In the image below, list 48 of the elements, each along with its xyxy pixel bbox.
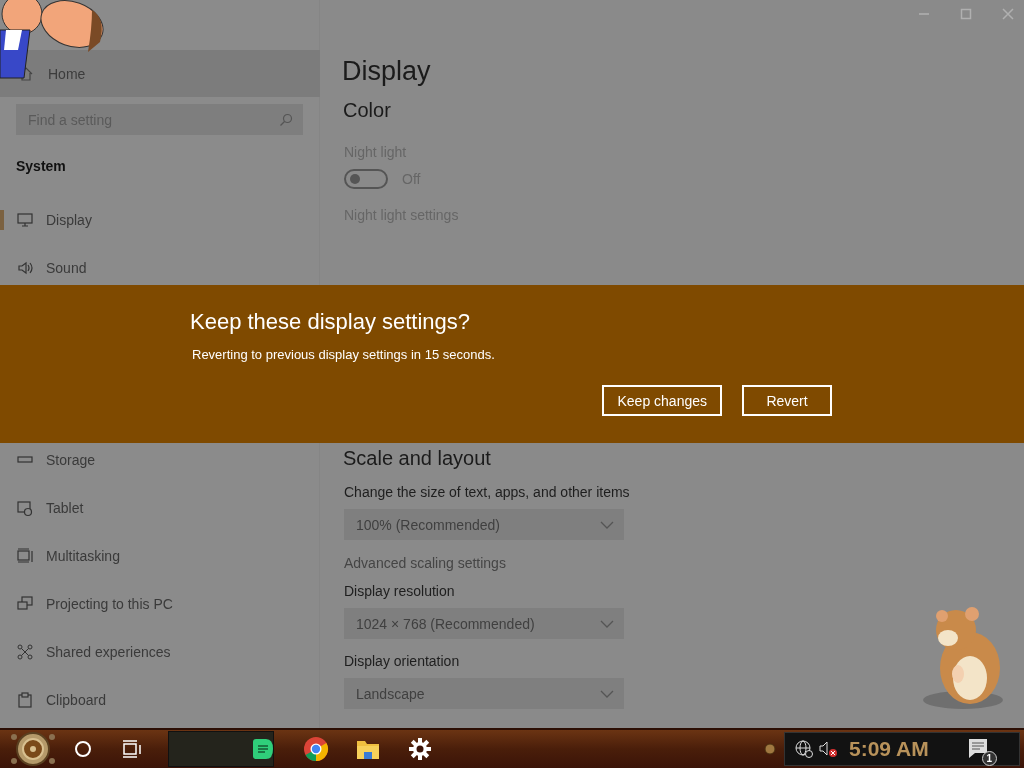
chevron-icon [600, 619, 614, 628]
dropdown[interactable]: 1024 × 768 (Recommended) [344, 608, 624, 639]
settings-icon[interactable] [409, 738, 431, 760]
chevron-icon [600, 520, 614, 529]
folder-icon[interactable] [356, 738, 380, 760]
clock[interactable]: 5:09 AM [849, 737, 929, 761]
sidebar-item[interactable]: Sound [0, 256, 320, 280]
monitor-icon [16, 211, 34, 229]
field-label: Display resolution [344, 583, 455, 599]
section-heading: Color [343, 99, 391, 122]
toggle-switch[interactable] [344, 169, 388, 189]
clipboard-icon [16, 691, 34, 709]
speaker-icon [16, 259, 34, 277]
chevron-icon [600, 689, 614, 698]
chat-app-icon[interactable] [252, 738, 274, 760]
notification-badge: 1 [981, 751, 997, 766]
tablet-icon [16, 499, 34, 517]
task-view-icon[interactable] [122, 740, 142, 758]
projector-icon [16, 595, 34, 613]
dropdown[interactable]: 100% (Recommended) [344, 509, 624, 540]
sidebar-item[interactable]: Multitasking [0, 544, 320, 568]
multitasking-icon [16, 547, 34, 565]
sidebar-item[interactable]: Storage [0, 448, 320, 472]
settings-link[interactable]: Advanced scaling settings [344, 555, 506, 571]
section-heading: Scale and layout [343, 447, 491, 470]
network-icon [16, 643, 34, 661]
dialog-button[interactable]: Keep changes [602, 385, 722, 416]
field-label: Change the size of text, apps, and other items [344, 484, 630, 500]
sidebar-item[interactable]: Shared experiences [0, 640, 320, 664]
knob-icon [764, 743, 776, 755]
sidebar-item[interactable]: Tablet [0, 496, 320, 520]
search-icon [279, 113, 293, 127]
start-button[interactable] [10, 731, 56, 767]
search-circle-icon[interactable] [74, 740, 92, 758]
browser-icon[interactable] [303, 736, 329, 762]
section-heading: System [16, 158, 66, 174]
sidebar-item[interactable]: Projecting to this PC [0, 592, 320, 616]
dialog-button[interactable]: Revert [742, 385, 832, 416]
muted-speaker-icon[interactable] [819, 740, 839, 758]
home-button[interactable]: Home [0, 50, 320, 97]
dropdown[interactable]: Landscape [344, 678, 624, 709]
dialog-message: Reverting to previous display settings in 15 seconds. [192, 347, 495, 362]
dialog-title: Keep these display settings? [190, 309, 471, 335]
page-title: Display [342, 56, 431, 87]
sidebar-item[interactable]: Display [0, 208, 320, 232]
field-label: Display orientation [344, 653, 460, 669]
sidebar-item[interactable]: Clipboard [0, 688, 320, 712]
globe-icon[interactable] [795, 740, 813, 758]
